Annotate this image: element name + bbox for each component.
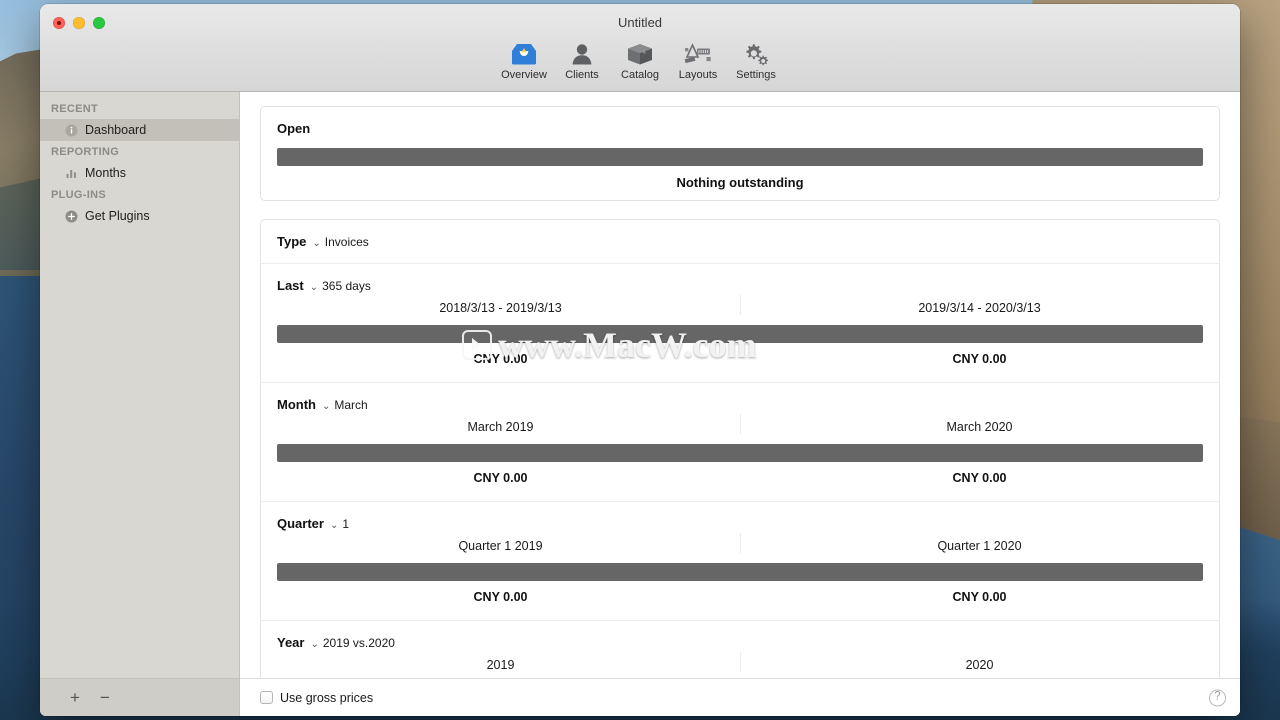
sidebar-header-plugins: PLUG-INS bbox=[51, 189, 106, 201]
amount-quarter-right: CNY 0.00 bbox=[952, 590, 1007, 604]
period-title-year-left: 2019 bbox=[486, 658, 515, 672]
amount-last-left: CNY 0.00 bbox=[473, 352, 528, 366]
gears-icon bbox=[742, 36, 770, 66]
toolbar-item-clients[interactable]: Clients bbox=[553, 36, 611, 81]
toolbar-item-settings[interactable]: Settings bbox=[727, 36, 785, 81]
period-title-last-right: 2019/3/14 - 2020/3/13 bbox=[918, 301, 1041, 315]
filter-row-quarter: Quarter ⌄ 1 Quarter 1 2019 Quarter 1 202… bbox=[261, 501, 1219, 620]
filter-value-last[interactable]: 365 days bbox=[322, 279, 371, 293]
sidebar-item-label-dashboard: Dashboard bbox=[85, 123, 147, 137]
sidebar: RECENT Dashboard REPORTING Months PLUG-I… bbox=[40, 92, 240, 716]
period-title-quarter-left: Quarter 1 2019 bbox=[458, 539, 543, 553]
open-card-note: Nothing outstanding bbox=[676, 175, 804, 190]
use-gross-prices-label: Use gross prices bbox=[280, 690, 374, 705]
amount-month-left: CNY 0.00 bbox=[473, 471, 528, 485]
period-title-month-left: March 2019 bbox=[467, 420, 534, 434]
checkbox-box[interactable] bbox=[260, 691, 273, 704]
amount-month-right: CNY 0.00 bbox=[952, 471, 1007, 485]
amount-quarter-left: CNY 0.00 bbox=[473, 590, 528, 604]
inbox-icon bbox=[510, 36, 538, 66]
comparison-bar-last bbox=[277, 325, 1203, 343]
column-divider bbox=[740, 295, 741, 315]
remove-button[interactable]: − bbox=[100, 689, 110, 706]
sidebar-item-label-months: Months bbox=[85, 166, 126, 180]
window-body: RECENT Dashboard REPORTING Months PLUG-I… bbox=[40, 92, 1240, 716]
app-window: Untitled Overview Clients Catalog Layout… bbox=[40, 4, 1240, 716]
chevron-down-icon[interactable]: ⌄ bbox=[310, 282, 318, 293]
column-divider bbox=[740, 414, 741, 434]
sidebar-item-get-plugins[interactable]: Get Plugins bbox=[40, 205, 239, 227]
content-area: Open Nothing outstanding Type ⌄ Invoices bbox=[240, 92, 1240, 716]
toolbar-label-catalog: Catalog bbox=[621, 69, 659, 81]
open-card: Open Nothing outstanding bbox=[260, 106, 1220, 201]
filter-value-year[interactable]: 2019 vs.2020 bbox=[323, 636, 395, 650]
comparison-card: Type ⌄ Invoices Last ⌄ 365 days 2018/3/1… bbox=[260, 219, 1220, 678]
window-titlebar: Untitled Overview Clients Catalog Layout… bbox=[40, 4, 1240, 92]
amount-last-right: CNY 0.00 bbox=[952, 352, 1007, 366]
sidebar-header-reporting: REPORTING bbox=[51, 146, 120, 158]
toolbar-label-settings: Settings bbox=[736, 69, 776, 81]
chevron-down-icon[interactable]: ⌄ bbox=[322, 401, 330, 412]
toolbar: Overview Clients Catalog Layouts Setting… bbox=[40, 36, 1240, 81]
toolbar-item-catalog[interactable]: Catalog bbox=[611, 36, 669, 81]
filter-row-last: Last ⌄ 365 days 2018/3/13 - 2019/3/13 20… bbox=[261, 263, 1219, 382]
sidebar-header-recent: RECENT bbox=[51, 103, 99, 115]
comparison-bar-quarter bbox=[277, 563, 1203, 581]
filter-label-type: Type bbox=[277, 234, 307, 249]
filter-row-type: Type ⌄ Invoices bbox=[261, 220, 1219, 263]
filter-value-type[interactable]: Invoices bbox=[325, 235, 369, 249]
toolbar-label-clients: Clients bbox=[565, 69, 599, 81]
toolbar-item-overview[interactable]: Overview bbox=[495, 36, 553, 81]
open-card-bar bbox=[277, 148, 1203, 166]
ruler-icon bbox=[683, 36, 713, 66]
filter-label-month: Month bbox=[277, 397, 316, 412]
box-icon bbox=[626, 36, 654, 66]
column-divider bbox=[740, 533, 741, 553]
period-title-month-right: March 2020 bbox=[946, 420, 1013, 434]
filter-label-year: Year bbox=[277, 635, 305, 650]
sidebar-footer: + − bbox=[40, 678, 239, 716]
column-divider bbox=[740, 652, 741, 672]
bar-chart-icon bbox=[64, 166, 78, 180]
add-button[interactable]: + bbox=[70, 689, 80, 706]
sidebar-item-label-get-plugins: Get Plugins bbox=[85, 209, 150, 223]
sidebar-item-months[interactable]: Months bbox=[40, 162, 239, 184]
toolbar-label-layouts: Layouts bbox=[678, 69, 718, 81]
period-title-year-right: 2020 bbox=[965, 658, 994, 672]
sidebar-list: RECENT Dashboard REPORTING Months PLUG-I… bbox=[40, 92, 239, 678]
filter-label-quarter: Quarter bbox=[277, 516, 324, 531]
open-card-title: Open bbox=[277, 121, 311, 136]
toolbar-item-layouts[interactable]: Layouts bbox=[669, 36, 727, 81]
sidebar-item-dashboard[interactable]: Dashboard bbox=[40, 119, 239, 141]
comparison-bar-month bbox=[277, 444, 1203, 462]
window-title: Untitled bbox=[617, 15, 663, 30]
toolbar-label-overview: Overview bbox=[501, 69, 547, 81]
info-icon bbox=[64, 123, 78, 137]
help-button[interactable]: ? bbox=[1209, 689, 1226, 706]
chevron-down-icon[interactable]: ⌄ bbox=[310, 639, 318, 650]
chevron-down-icon[interactable]: ⌄ bbox=[312, 238, 320, 249]
dashboard-scroll[interactable]: Open Nothing outstanding Type ⌄ Invoices bbox=[240, 92, 1240, 678]
filter-value-month[interactable]: March bbox=[334, 398, 367, 412]
period-title-last-left: 2018/3/13 - 2019/3/13 bbox=[439, 301, 562, 315]
filter-row-year: Year ⌄ 2019 vs.2020 2019 2020 bbox=[261, 620, 1219, 678]
filter-row-month: Month ⌄ March March 2019 March 2020 CNY … bbox=[261, 382, 1219, 501]
content-footer: Use gross prices ? bbox=[240, 678, 1240, 716]
filter-label-last: Last bbox=[277, 278, 304, 293]
filter-value-quarter[interactable]: 1 bbox=[342, 517, 349, 531]
period-title-quarter-right: Quarter 1 2020 bbox=[937, 539, 1022, 553]
chevron-down-icon[interactable]: ⌄ bbox=[330, 520, 338, 531]
use-gross-prices-checkbox[interactable]: Use gross prices bbox=[260, 691, 373, 705]
plus-circle-icon bbox=[64, 209, 78, 223]
person-icon bbox=[569, 36, 595, 66]
